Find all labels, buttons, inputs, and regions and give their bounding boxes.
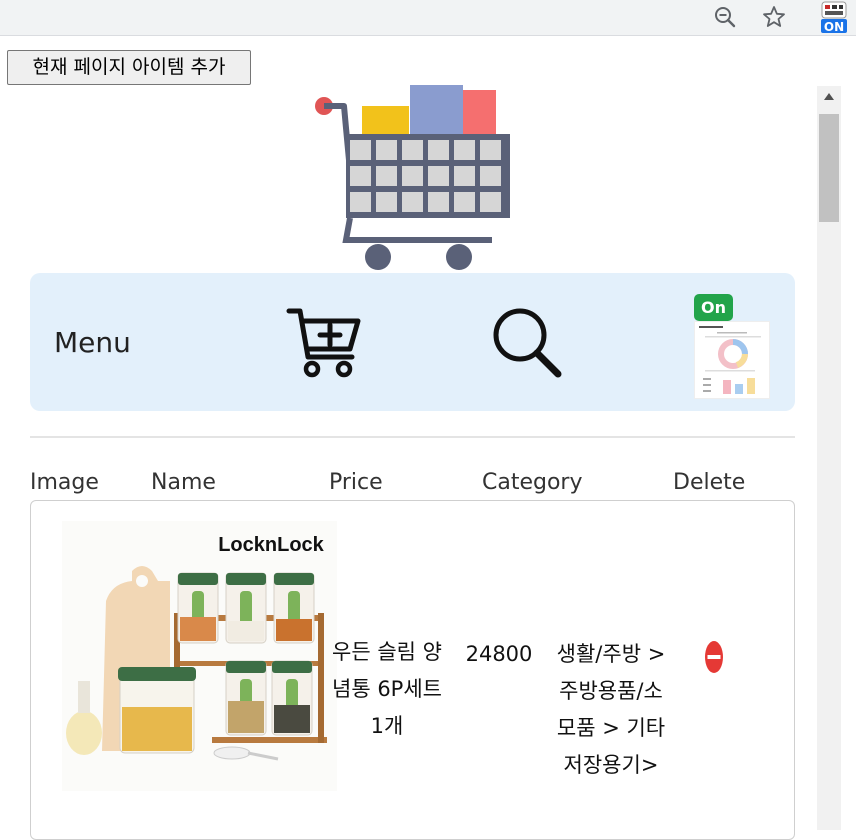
menu-bar: Menu On (30, 273, 795, 411)
svg-text:LocknLock: LocknLock (218, 534, 324, 556)
svg-text:ON: ON (824, 20, 844, 34)
menu-label: Menu (54, 326, 131, 359)
extension-icon[interactable]: ON (818, 0, 850, 34)
table-row: LocknLock 우든 슬림 양념통 6P세트 1개 24800 생활/주방 … (30, 500, 795, 840)
status-badge: On (694, 294, 733, 321)
header-image: Image (30, 470, 99, 495)
header-category: Category (482, 470, 583, 495)
search-icon[interactable] (490, 307, 566, 379)
product-category: 생활/주방 > 주방용품/소모품 > 기타저장용기> (556, 642, 666, 777)
star-icon[interactable] (761, 4, 787, 30)
shopping-cart-logo (315, 85, 510, 270)
header-price: Price (329, 470, 383, 495)
product-price: 24800 (465, 642, 533, 666)
zoom-out-icon[interactable] (712, 4, 738, 30)
add-current-page-items-button[interactable]: 현재 페이지 아이템 추가 (7, 50, 251, 85)
dashboard-thumbnail[interactable] (694, 321, 770, 399)
scroll-up-arrow-icon[interactable] (817, 86, 841, 108)
product-name: 우든 슬림 양념통 6P세트 1개 (332, 640, 442, 738)
divider (30, 436, 795, 438)
browser-toolbar: ON (0, 0, 856, 36)
header-delete: Delete (673, 470, 746, 495)
scrollbar[interactable] (817, 86, 841, 830)
header-name: Name (151, 470, 216, 495)
delete-icon[interactable] (703, 639, 725, 675)
product-image[interactable]: LocknLock (62, 521, 337, 791)
cart-add-icon[interactable] (286, 305, 362, 381)
scroll-thumb[interactable] (819, 114, 839, 222)
